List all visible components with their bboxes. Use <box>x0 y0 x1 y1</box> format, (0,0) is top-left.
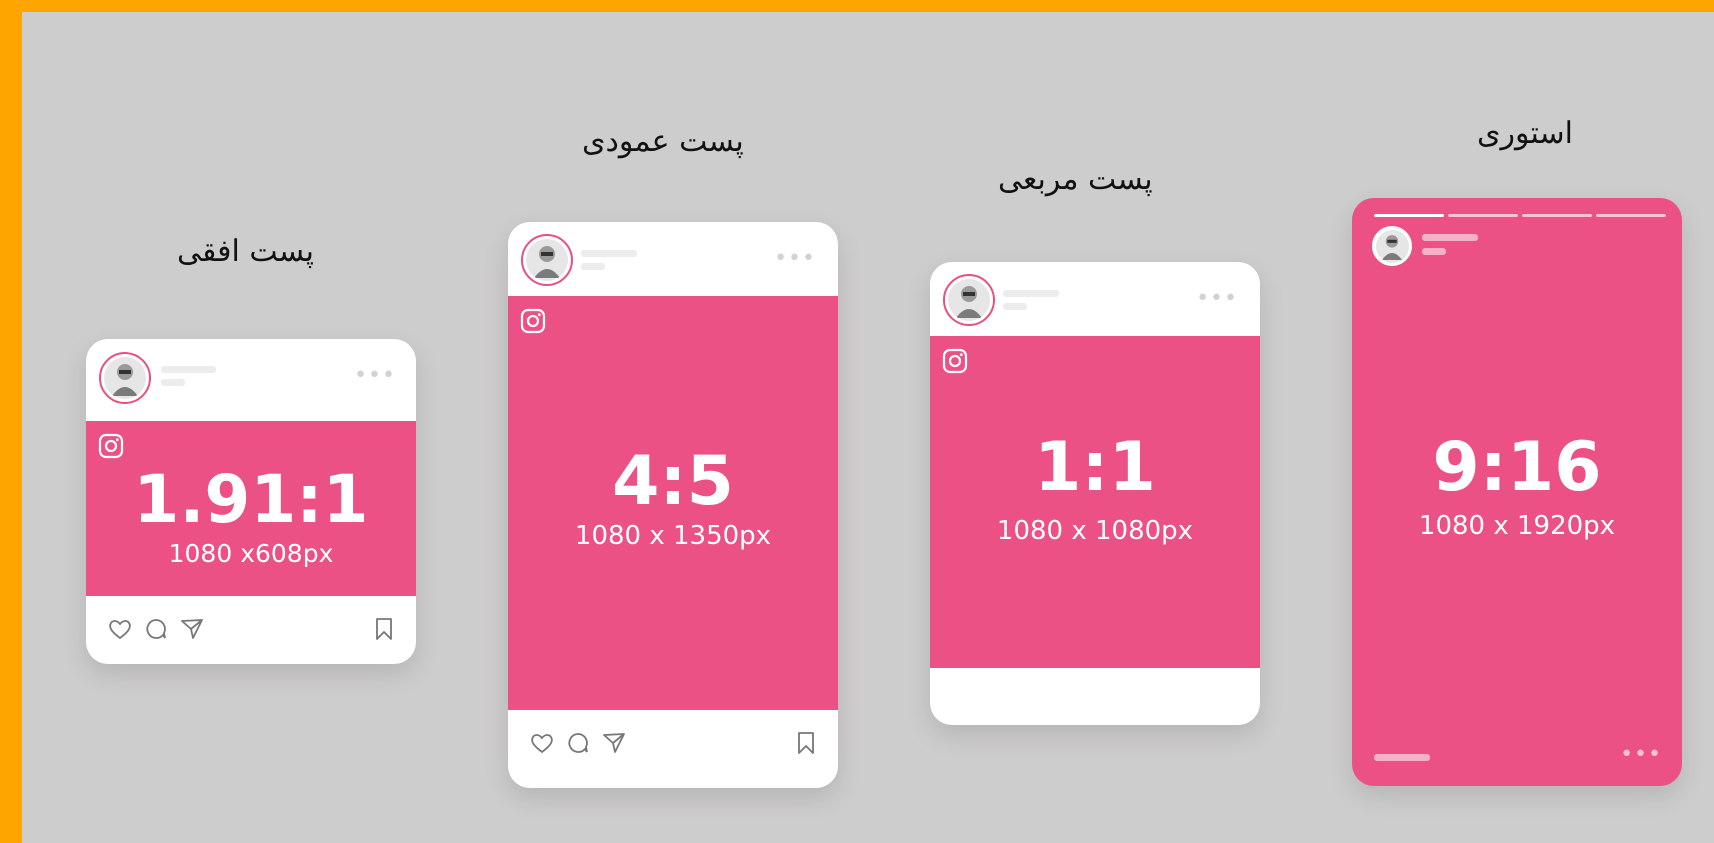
subtitle-placeholder <box>581 263 605 270</box>
instagram-icon <box>98 433 124 459</box>
username-placeholder <box>581 250 637 257</box>
username-placeholder <box>1003 290 1059 297</box>
avatar <box>1372 226 1412 266</box>
subtitle-placeholder <box>161 379 185 386</box>
card-header: ••• <box>930 262 1260 336</box>
canvas: پست افقی پست عمودی پست مربعی استوری ••• … <box>22 12 1714 843</box>
heading-landscape: پست افقی <box>177 234 314 269</box>
post-image: 1:1 1080 x 1080px <box>930 336 1260 668</box>
card-header: ••• <box>86 339 416 421</box>
card-header: ••• <box>508 222 838 296</box>
ratio-label: 4:5 <box>612 442 734 521</box>
comment-icon[interactable] <box>566 731 590 755</box>
send-icon[interactable] <box>602 731 626 755</box>
more-dots-icon[interactable]: ••• <box>774 248 816 270</box>
story-progress-1 <box>1374 214 1444 217</box>
person-icon <box>1381 235 1403 260</box>
heart-icon[interactable] <box>108 618 132 640</box>
reply-bar-placeholder <box>1374 754 1430 761</box>
post-image: 4:5 1080 x 1350px <box>508 296 838 710</box>
size-label: 1080 x 1080px <box>996 516 1194 546</box>
bookmark-icon[interactable] <box>796 731 816 755</box>
more-dots-icon[interactable]: ••• <box>1620 744 1662 766</box>
person-icon <box>956 286 982 318</box>
heart-icon[interactable] <box>530 732 554 754</box>
bookmark-icon[interactable] <box>374 617 394 641</box>
story-progress-4 <box>1596 214 1666 217</box>
size-label: 1080 x 1350px <box>574 521 772 551</box>
subtitle-placeholder <box>1422 248 1446 255</box>
person-icon <box>534 246 560 278</box>
send-icon[interactable] <box>180 617 204 641</box>
more-dots-icon[interactable]: ••• <box>354 365 396 387</box>
ratio-label: 1:1 <box>1034 428 1156 507</box>
action-bar <box>86 596 416 664</box>
instagram-icon <box>942 348 968 374</box>
card-landscape: ••• 1.91:1 1080 x608px <box>86 339 416 664</box>
heading-square: پست مربعی <box>998 162 1153 197</box>
comment-icon[interactable] <box>144 617 168 641</box>
heading-portrait: پست عمودی <box>582 124 744 159</box>
card-square: ••• 1:1 1080 x 1080px <box>930 262 1260 725</box>
size-label: 1080 x608px <box>168 539 334 568</box>
avatar <box>521 234 573 286</box>
story-progress-2 <box>1448 214 1518 217</box>
username-placeholder <box>161 366 216 373</box>
username-placeholder <box>1422 234 1478 241</box>
heading-story: استوری <box>1477 116 1573 151</box>
card-story: 9:16 1080 x 1920px ••• <box>1352 198 1682 786</box>
story-progress-3 <box>1522 214 1592 217</box>
action-bar <box>508 710 838 788</box>
instagram-icon <box>520 308 546 334</box>
more-dots-icon[interactable]: ••• <box>1196 288 1238 310</box>
avatar <box>99 352 151 404</box>
card-portrait: ••• 4:5 1080 x 1350px <box>508 222 838 788</box>
person-icon <box>112 364 138 396</box>
subtitle-placeholder <box>1003 303 1027 310</box>
post-image: 1.91:1 1080 x608px <box>86 421 416 596</box>
avatar <box>943 274 995 326</box>
ratio-label: 9:16 <box>1432 428 1602 507</box>
ratio-label: 1.91:1 <box>133 461 369 538</box>
size-label: 1080 x 1920px <box>1418 511 1616 541</box>
